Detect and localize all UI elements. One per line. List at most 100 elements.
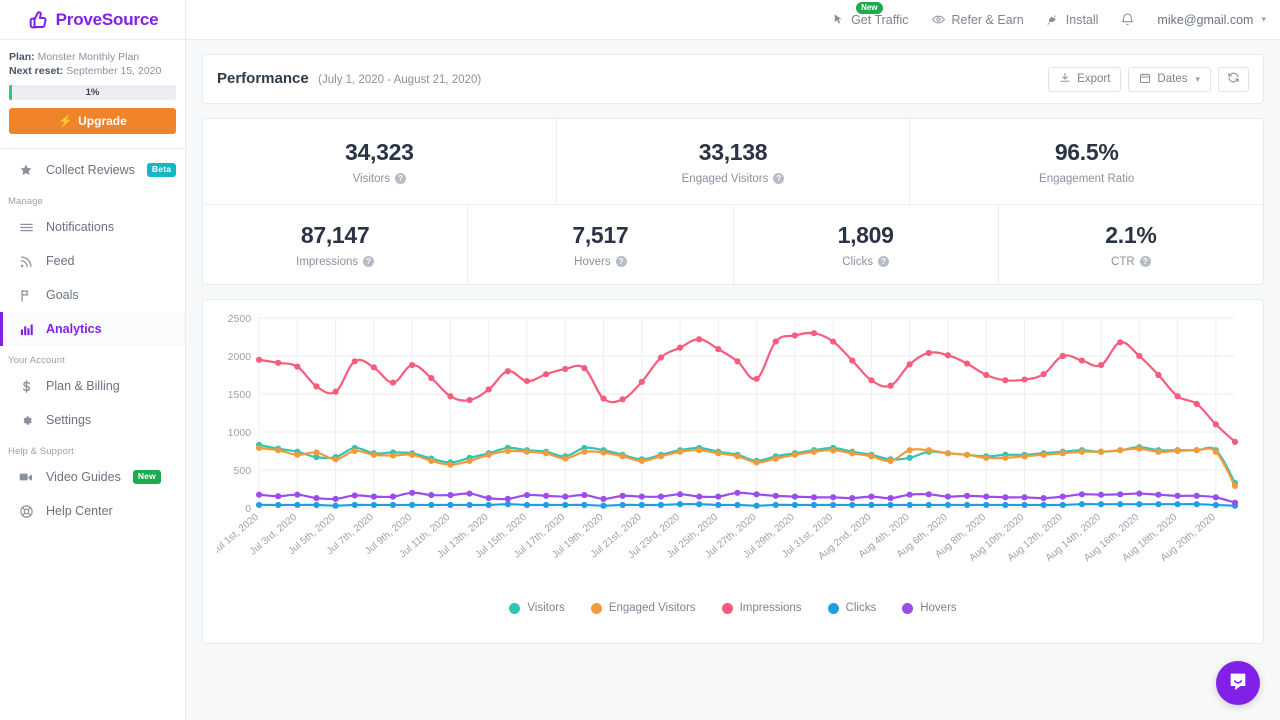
page-content: Performance (July 1, 2020 - August 21, 2… <box>186 40 1280 644</box>
stat-value: 33,138 <box>699 139 768 166</box>
user-email-label: mike@gmail.com <box>1157 13 1253 27</box>
legend-item[interactable]: Hovers <box>902 602 956 614</box>
stat-engaged-visitors: 33,138 Engaged Visitors ? <box>557 119 911 204</box>
cursor-icon <box>832 13 845 26</box>
sidebar-item-settings[interactable]: Settings <box>0 403 185 437</box>
legend-color-dot <box>902 603 913 614</box>
upgrade-button[interactable]: ⚡ Upgrade <box>9 108 176 134</box>
stat-value: 34,323 <box>345 139 414 166</box>
plan-prefix: Plan: <box>9 51 35 63</box>
sidebar-item-video-guides[interactable]: Video Guides New <box>0 460 185 494</box>
chat-bubble-button[interactable] <box>1216 661 1260 705</box>
calendar-icon <box>1139 72 1151 87</box>
bar-chart-icon <box>18 322 34 337</box>
sidebar-item-notifications[interactable]: Notifications <box>0 210 185 244</box>
bell-icon <box>1120 12 1135 27</box>
stat-label: Engaged Visitors ? <box>682 173 785 185</box>
help-icon[interactable]: ? <box>616 256 627 267</box>
sidebar-item-plan-billing[interactable]: Plan & Billing <box>0 369 185 403</box>
sidebar-item-label: Feed <box>46 254 75 268</box>
stat-impressions: 87,147 Impressions ? <box>203 204 468 284</box>
gear-icon <box>18 413 34 428</box>
stat-label: CTR ? <box>1111 256 1151 268</box>
svg-text:1500: 1500 <box>228 389 252 401</box>
svg-text:0: 0 <box>245 503 251 515</box>
sidebar-item-feed[interactable]: Feed <box>0 244 185 278</box>
legend-label: Hovers <box>920 602 956 614</box>
help-icon[interactable]: ? <box>878 256 889 267</box>
chat-bubble-icon <box>1227 670 1249 697</box>
dollar-icon <box>18 379 34 394</box>
usage-progress-bar: 1% <box>9 85 176 100</box>
stat-label: Engagement Ratio <box>1039 173 1134 185</box>
sidebar-item-help-center[interactable]: Help Center <box>0 494 185 528</box>
thumbs-up-icon <box>27 9 49 31</box>
topnav-get-traffic[interactable]: Get Traffic New <box>832 13 908 27</box>
legend-item[interactable]: Clicks <box>828 602 877 614</box>
stat-hovers: 7,517 Hovers ? <box>468 204 733 284</box>
stat-label-text: Hovers <box>574 256 610 268</box>
list-icon <box>18 220 34 235</box>
reset-date: September 15, 2020 <box>66 65 161 77</box>
refresh-icon <box>1227 71 1240 87</box>
sidebar-item-label: Goals <box>46 288 79 302</box>
brand[interactable]: ProveSource <box>0 0 185 40</box>
performance-line-chart: 05001000150020002500Jul 1st, 2020Jul 3rd… <box>217 310 1249 600</box>
topnav-badge-new: New <box>856 2 882 15</box>
plug-icon <box>1046 13 1060 27</box>
topnav-install[interactable]: Install <box>1046 13 1099 27</box>
stat-engagement-ratio: 96.5% Engagement Ratio <box>910 119 1263 204</box>
main-scroll-wrap: Performance (July 1, 2020 - August 21, 2… <box>186 40 1280 720</box>
stat-value: 1,809 <box>838 222 894 249</box>
sidebar-item-label: Notifications <box>46 220 114 234</box>
sidebar-item-goals[interactable]: Goals <box>0 278 185 312</box>
export-button[interactable]: Export <box>1048 67 1121 92</box>
legend-label: Clicks <box>846 602 877 614</box>
sidebar: ProveSource Plan: Monster Monthly Plan N… <box>0 0 186 720</box>
legend-label: Engaged Visitors <box>609 602 696 614</box>
stat-clicks: 1,809 Clicks ? <box>734 204 999 284</box>
handshake-icon <box>931 12 946 27</box>
stat-ctr: 2.1% CTR ? <box>999 204 1263 284</box>
dates-label: Dates <box>1157 73 1187 85</box>
notifications-bell-button[interactable] <box>1120 12 1135 27</box>
help-icon[interactable]: ? <box>395 173 406 184</box>
svg-text:2500: 2500 <box>228 313 252 325</box>
upgrade-label: Upgrade <box>78 114 127 128</box>
status-badge-new: New <box>133 470 161 483</box>
legend-color-dot <box>722 603 733 614</box>
stats-row-bottom: 87,147 Impressions ? 7,517 Hovers ? <box>203 204 1263 284</box>
legend-item[interactable]: Impressions <box>722 602 802 614</box>
performance-title: Performance <box>217 70 309 87</box>
flag-icon <box>18 288 34 303</box>
help-icon[interactable]: ? <box>773 173 784 184</box>
user-menu[interactable]: mike@gmail.com ▾ <box>1157 13 1266 27</box>
sidebar-item-collect-reviews[interactable]: Collect Reviews Beta <box>0 153 185 187</box>
brand-name: ProveSource <box>56 10 159 30</box>
help-icon[interactable]: ? <box>1140 256 1151 267</box>
sidebar-item-label: Analytics <box>46 322 102 336</box>
stat-value: 7,517 <box>572 222 628 249</box>
help-icon[interactable]: ? <box>363 256 374 267</box>
topnav-refer-earn[interactable]: Refer & Earn <box>931 12 1024 27</box>
legend-item[interactable]: Visitors <box>509 602 565 614</box>
stats-card: 34,323 Visitors ? 33,138 Engaged Visitor… <box>202 118 1264 285</box>
chevron-down-icon: ▾ <box>1261 14 1266 25</box>
topnav-label: Install <box>1066 13 1099 27</box>
performance-header-card: Performance (July 1, 2020 - August 21, 2… <box>202 54 1264 104</box>
export-label: Export <box>1077 73 1110 85</box>
legend-color-dot <box>828 603 839 614</box>
top-navigation-bar: Get Traffic New Refer & Earn Install <box>186 0 1280 40</box>
stat-value: 2.1% <box>1105 222 1156 249</box>
legend-item[interactable]: Engaged Visitors <box>591 602 696 614</box>
dates-button[interactable]: Dates ▾ <box>1128 67 1211 92</box>
stat-label: Clicks ? <box>842 256 889 268</box>
main-area: Get Traffic New Refer & Earn Install <box>186 0 1280 720</box>
stat-label-text: Clicks <box>842 256 873 268</box>
stat-label: Visitors ? <box>353 173 407 185</box>
refresh-button[interactable] <box>1218 67 1249 92</box>
sidebar-item-analytics[interactable]: Analytics <box>0 312 185 346</box>
legend-label: Impressions <box>740 602 802 614</box>
svg-text:2000: 2000 <box>228 351 252 363</box>
sidebar-item-label: Video Guides <box>46 470 121 484</box>
